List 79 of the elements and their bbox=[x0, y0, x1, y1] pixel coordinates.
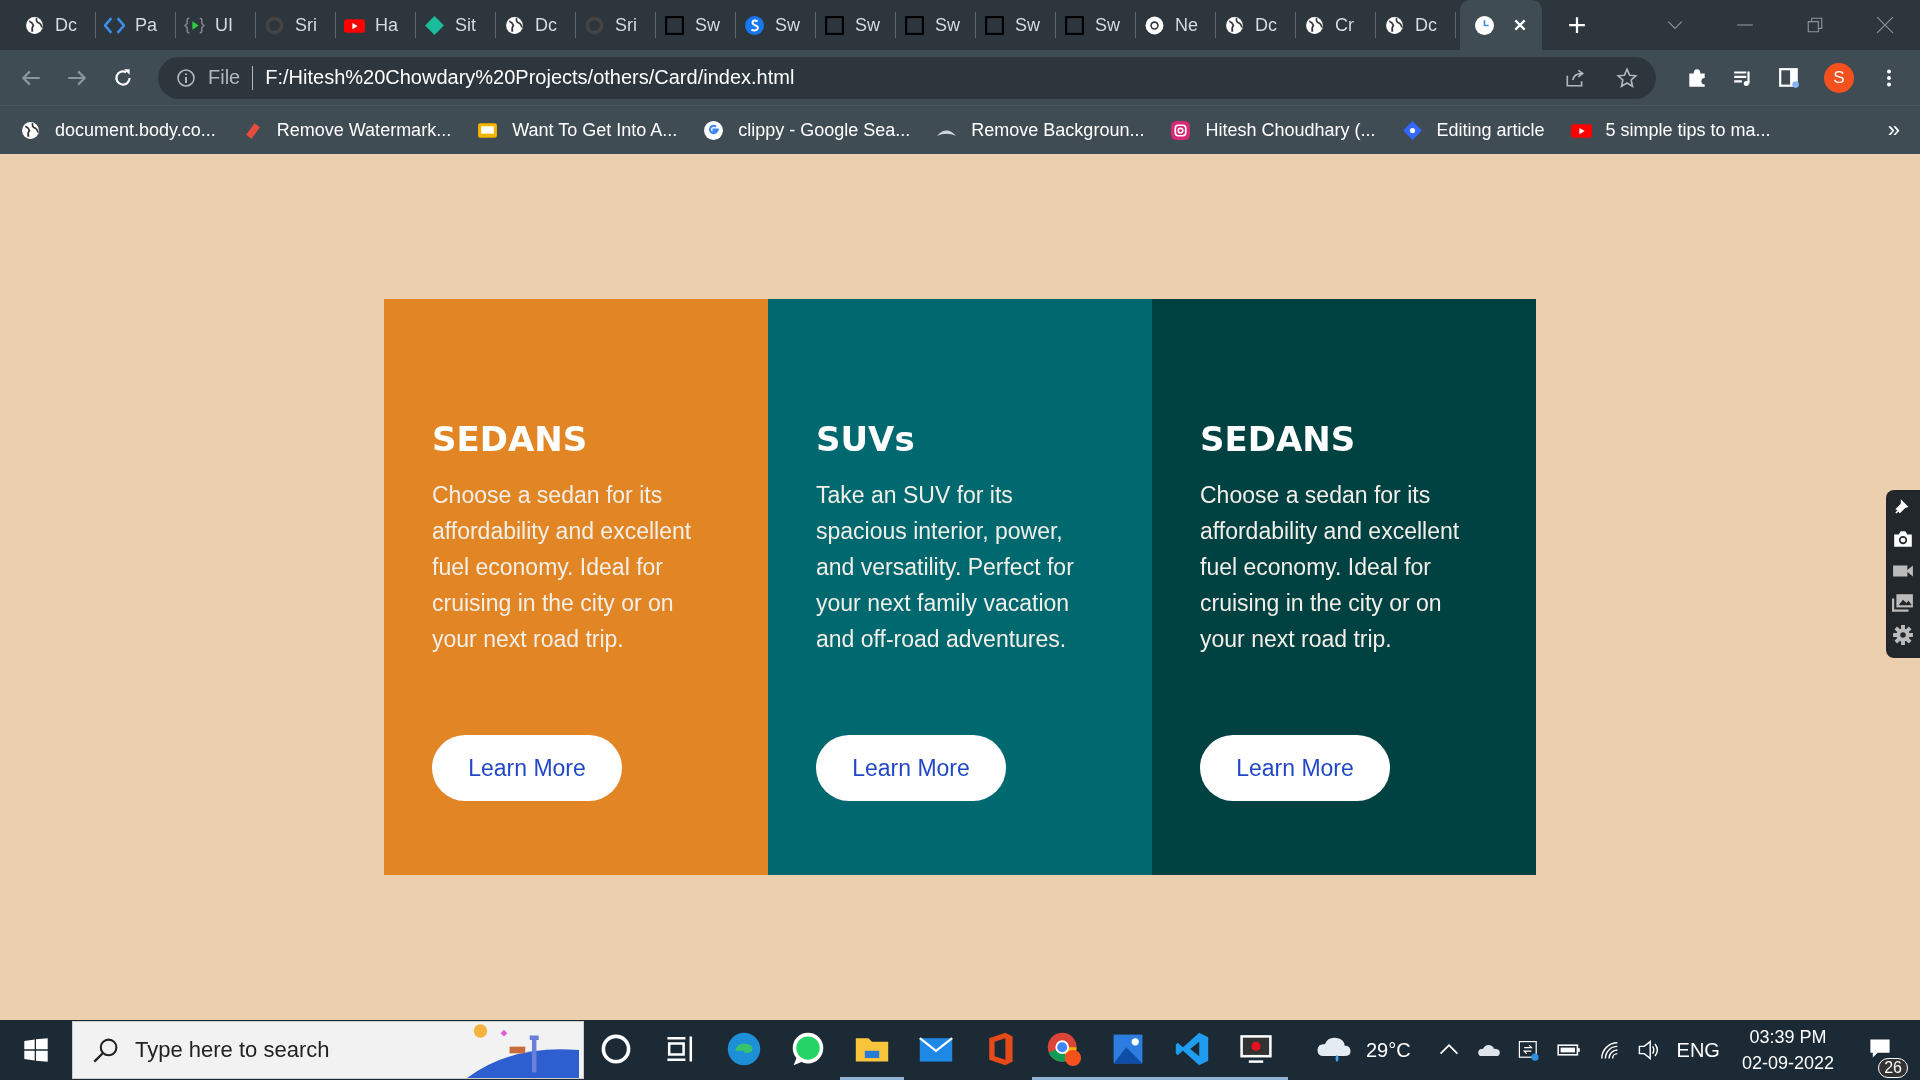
browser-tab[interactable]: Dc bbox=[1376, 12, 1456, 38]
info-icon[interactable] bbox=[176, 67, 196, 88]
bookmark-link[interactable]: Hitesh Choudhary (... bbox=[1170, 119, 1376, 141]
browser-tab[interactable]: Dc bbox=[1216, 12, 1296, 38]
diamond-icon bbox=[424, 14, 445, 36]
scheme-label: File bbox=[208, 66, 241, 89]
bookmark-link[interactable]: clippy - Google Sea... bbox=[703, 119, 911, 141]
language-indicator[interactable]: ENG bbox=[1676, 1038, 1720, 1062]
card-text: Choose a sedan for its affordability and excellent fuel economy. Ideal for cruising in the city or on your next road trip. bbox=[432, 481, 693, 654]
camera-icon bbox=[1170, 119, 1192, 141]
browser-tab[interactable]: Sw bbox=[736, 12, 816, 38]
close-icon[interactable] bbox=[1876, 16, 1894, 34]
settings-icon[interactable] bbox=[1892, 624, 1914, 646]
url-text: F:/Hitesh%20Chowdary%20Projects/others/Card/index.html bbox=[265, 66, 795, 89]
notification-badge: 26 bbox=[1878, 1058, 1908, 1078]
gallery-icon[interactable] bbox=[1892, 592, 1914, 614]
bookmark-link[interactable]: Remove Backgroun... bbox=[936, 119, 1145, 141]
card-title: SEDANS bbox=[1200, 419, 1356, 459]
google-icon bbox=[703, 119, 725, 141]
swirl-icon bbox=[744, 14, 765, 36]
browser-tab[interactable]: Sri bbox=[256, 12, 336, 38]
globe-icon bbox=[20, 119, 41, 141]
browser-tab[interactable]: Dc bbox=[16, 12, 96, 38]
reload-icon[interactable] bbox=[112, 66, 134, 89]
browser-tab[interactable]: Dc bbox=[496, 12, 576, 38]
learn-more-button[interactable]: Learn More bbox=[1200, 735, 1390, 801]
camera-icon[interactable] bbox=[1892, 528, 1914, 550]
bookmark-link[interactable]: 5 simple tips to ma... bbox=[1570, 119, 1771, 141]
browser-tab[interactable]: Sw bbox=[896, 12, 976, 38]
browser-tab[interactable]: Ha bbox=[336, 12, 416, 38]
globe-icon bbox=[1304, 14, 1325, 36]
square-icon bbox=[664, 14, 685, 36]
bookmark-link[interactable]: Want To Get Into A... bbox=[477, 119, 678, 141]
browser-tab[interactable]: Sit bbox=[416, 12, 496, 38]
address-bar[interactable]: File F:/Hitesh%20Chowdary%20Projects/others/Card/index.html bbox=[158, 56, 1656, 99]
bookmark-link[interactable]: Editing article bbox=[1401, 119, 1545, 141]
square-icon bbox=[904, 14, 925, 36]
learn-more-button[interactable]: Learn More bbox=[816, 735, 1006, 801]
more-bookmarks-button[interactable]: » bbox=[1887, 117, 1900, 143]
puzzle-icon[interactable] bbox=[1686, 66, 1708, 89]
plus-icon[interactable] bbox=[1568, 16, 1586, 34]
browser-tab[interactable] bbox=[1460, 0, 1542, 50]
browser-tab[interactable]: Sw bbox=[656, 12, 736, 38]
browser-tab[interactable]: Sw bbox=[1056, 12, 1136, 38]
windows-icon[interactable] bbox=[23, 1037, 49, 1063]
sync-icon[interactable] bbox=[1516, 1038, 1541, 1062]
clock[interactable]: 03:39 PM 02-09-2022 bbox=[1741, 1024, 1834, 1076]
card-text: Take an SUV for its spacious interior, power, and versatility. Perfect for your next family vacation and off-road adventures. bbox=[816, 481, 1075, 654]
card-text: Choose a sedan for its affordability and excellent fuel economy. Ideal for cruising in the city or on your next road trip. bbox=[1200, 481, 1461, 654]
bookmark-link[interactable]: Remove Watermark... bbox=[241, 119, 452, 141]
browser-tab[interactable]: Sw bbox=[816, 12, 896, 38]
browser-tab[interactable]: Pa bbox=[96, 12, 176, 38]
browser-tab[interactable]: Cr bbox=[1296, 12, 1376, 38]
sidebar-icon[interactable] bbox=[1778, 66, 1800, 89]
speaker-icon[interactable] bbox=[1636, 1038, 1661, 1062]
chrome-icon bbox=[1144, 14, 1165, 36]
card-title: SEDANS bbox=[432, 419, 588, 459]
browser-tab[interactable]: Ne bbox=[1136, 12, 1216, 38]
star-icon[interactable] bbox=[1616, 66, 1638, 89]
learn-more-button[interactable]: Learn More bbox=[432, 735, 622, 801]
search-box[interactable]: Type here to search bbox=[72, 1021, 584, 1079]
browser-tab[interactable]: Sw bbox=[976, 12, 1056, 38]
globe-icon bbox=[504, 14, 525, 36]
diamond-icon bbox=[1401, 119, 1423, 141]
globe-icon bbox=[1224, 14, 1245, 36]
square-icon bbox=[824, 14, 845, 36]
globe-icon bbox=[1384, 14, 1405, 36]
square-icon bbox=[984, 14, 1005, 36]
card-title: SUVs bbox=[816, 419, 915, 459]
weather-temperature[interactable]: 29°C bbox=[1365, 1038, 1411, 1062]
browser-tab[interactable]: UI bbox=[176, 12, 256, 38]
bookmark-link[interactable]: document.body.co... bbox=[20, 119, 216, 141]
browser-tab[interactable]: Sri bbox=[576, 12, 656, 38]
code-icon bbox=[104, 14, 125, 36]
search-icon bbox=[93, 1037, 119, 1063]
square-icon bbox=[1064, 14, 1085, 36]
search-field[interactable]: Type here to search bbox=[135, 1030, 455, 1070]
restore-icon[interactable] bbox=[1806, 16, 1824, 34]
globe-icon bbox=[24, 14, 45, 36]
